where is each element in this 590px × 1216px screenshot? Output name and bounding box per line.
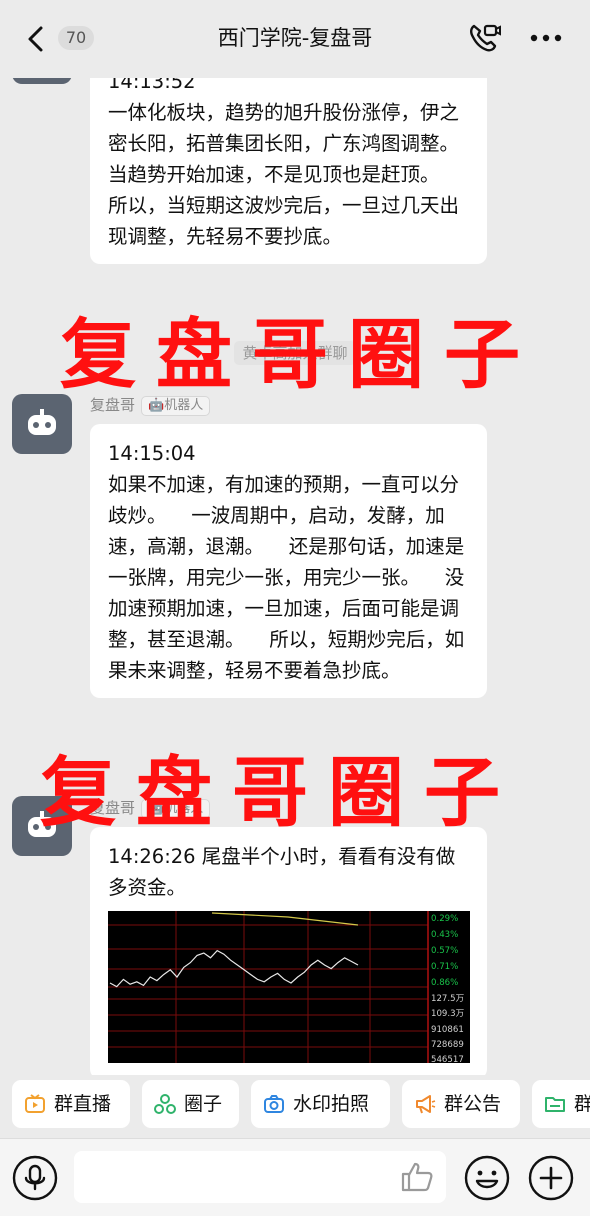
live-tv-icon [25,1094,45,1113]
message-bubble[interactable]: 14:15:04 如果不加速，有加速的预期，一直可以分歧炒。 一波周期中，启动，… [90,424,487,698]
camera-icon [264,1095,284,1113]
chart-average-line [211,912,359,926]
sender-name: 复盘哥 🤖机器人 [90,394,211,416]
toolbar-label: 群 [574,1093,590,1115]
folder-icon [545,1097,565,1112]
robot-icon [28,409,56,435]
robot-tag-icon: 🤖 [148,397,165,413]
chart-axis-label: 0.57% [431,946,458,956]
message-text: 一体化板块，趋势的旭升股份涨停，伊之密长阳，拓普集团长阳，广东鸿图调整。 当趋势… [108,101,484,248]
chat-title: 西门学院-复盘哥 [217,26,373,50]
chart-axis-label: 0.43% [431,930,458,940]
chart-axis-label: 728689 [431,1040,464,1050]
toolbar-circle-button[interactable]: 圈子 [142,1080,239,1128]
toolbar-label: 水印拍照 [293,1093,370,1115]
toolbar-label: 群直播 [54,1093,112,1115]
microphone-icon[interactable] [12,1155,58,1201]
robot-tag: 🤖机器人 [141,395,211,416]
robot-tag: 🤖机器人 [141,798,211,819]
megaphone-icon [416,1095,436,1114]
message-input[interactable] [74,1151,446,1203]
sender-name: 复盘哥 🤖机器人 [90,797,211,819]
avatar[interactable] [12,796,72,856]
video-call-icon[interactable] [466,20,502,56]
quick-toolbar: 群直播 圈子 水印拍照 群公告 群 [0,1075,590,1135]
toolbar-label: 群公告 [444,1093,502,1115]
chart-axis-label: 0.29% [431,914,458,924]
thumbs-up-icon[interactable] [400,1161,434,1193]
chart-axis-label: 910861 [431,1025,464,1035]
robot-tag-icon: 🤖 [148,800,165,816]
chart-axis-label: 546517 [431,1055,464,1063]
unread-count-badge[interactable]: 70 [58,26,94,50]
avatar[interactable] [12,394,72,454]
more-dots-icon[interactable] [526,26,566,50]
intraday-chart[interactable]: 0.29% 0.43% 0.57% 0.71% 0.86% 127.5万 109.3万 910… [108,911,470,1063]
system-notice: 黄卓高加入群聊 [0,341,590,365]
chart-axis-label: 0.86% [431,978,458,988]
robot-icon [28,811,56,837]
message-text: 如果不加速，有加速的预期，一直可以分歧炒。 一波周期中，启动，发酵，加速，高潮，… [108,473,465,682]
circle-group-icon [154,1094,176,1114]
message-bubble[interactable]: 14:26:26 尾盘半个小时，看看有没有做多资金。 0.29% 0.43% 0.5… [90,827,487,1075]
chart-axis-label: 127.5万 [431,994,465,1004]
watermark: 复盘哥圈子 [40,748,520,837]
toolbar-watermark-camera-button[interactable]: 水印拍照 [251,1080,390,1128]
chart-axis-label: 0.71% [431,962,458,972]
message-time: 14:15:04 [108,442,196,465]
chart-axis-label: 109.3万 [431,1009,465,1019]
emoji-icon[interactable] [464,1155,510,1201]
message-time: 14:26:26 [108,845,196,868]
toolbar-live-button[interactable]: 群直播 [12,1080,130,1128]
chevron-left-icon[interactable] [22,24,52,54]
toolbar-files-button[interactable]: 群 [532,1080,590,1128]
chat-header: 70 西门学院-复盘哥 [0,0,590,78]
toolbar-label: 圈子 [184,1093,223,1115]
chat-area: 14:13:52 一体化板块，趋势的旭升股份涨停，伊之密长阳，拓普集团长阳，广东… [0,0,590,1075]
message-text: 14:26:26 尾盘半个小时，看看有没有做多资金。 [108,841,469,903]
message-bubble[interactable]: 14:13:52 一体化板块，趋势的旭升股份涨停，伊之密长阳，拓普集团长阳，广东… [90,48,487,264]
plus-icon[interactable] [528,1155,574,1201]
toolbar-announcement-button[interactable]: 群公告 [402,1080,520,1128]
input-bar [0,1138,590,1216]
